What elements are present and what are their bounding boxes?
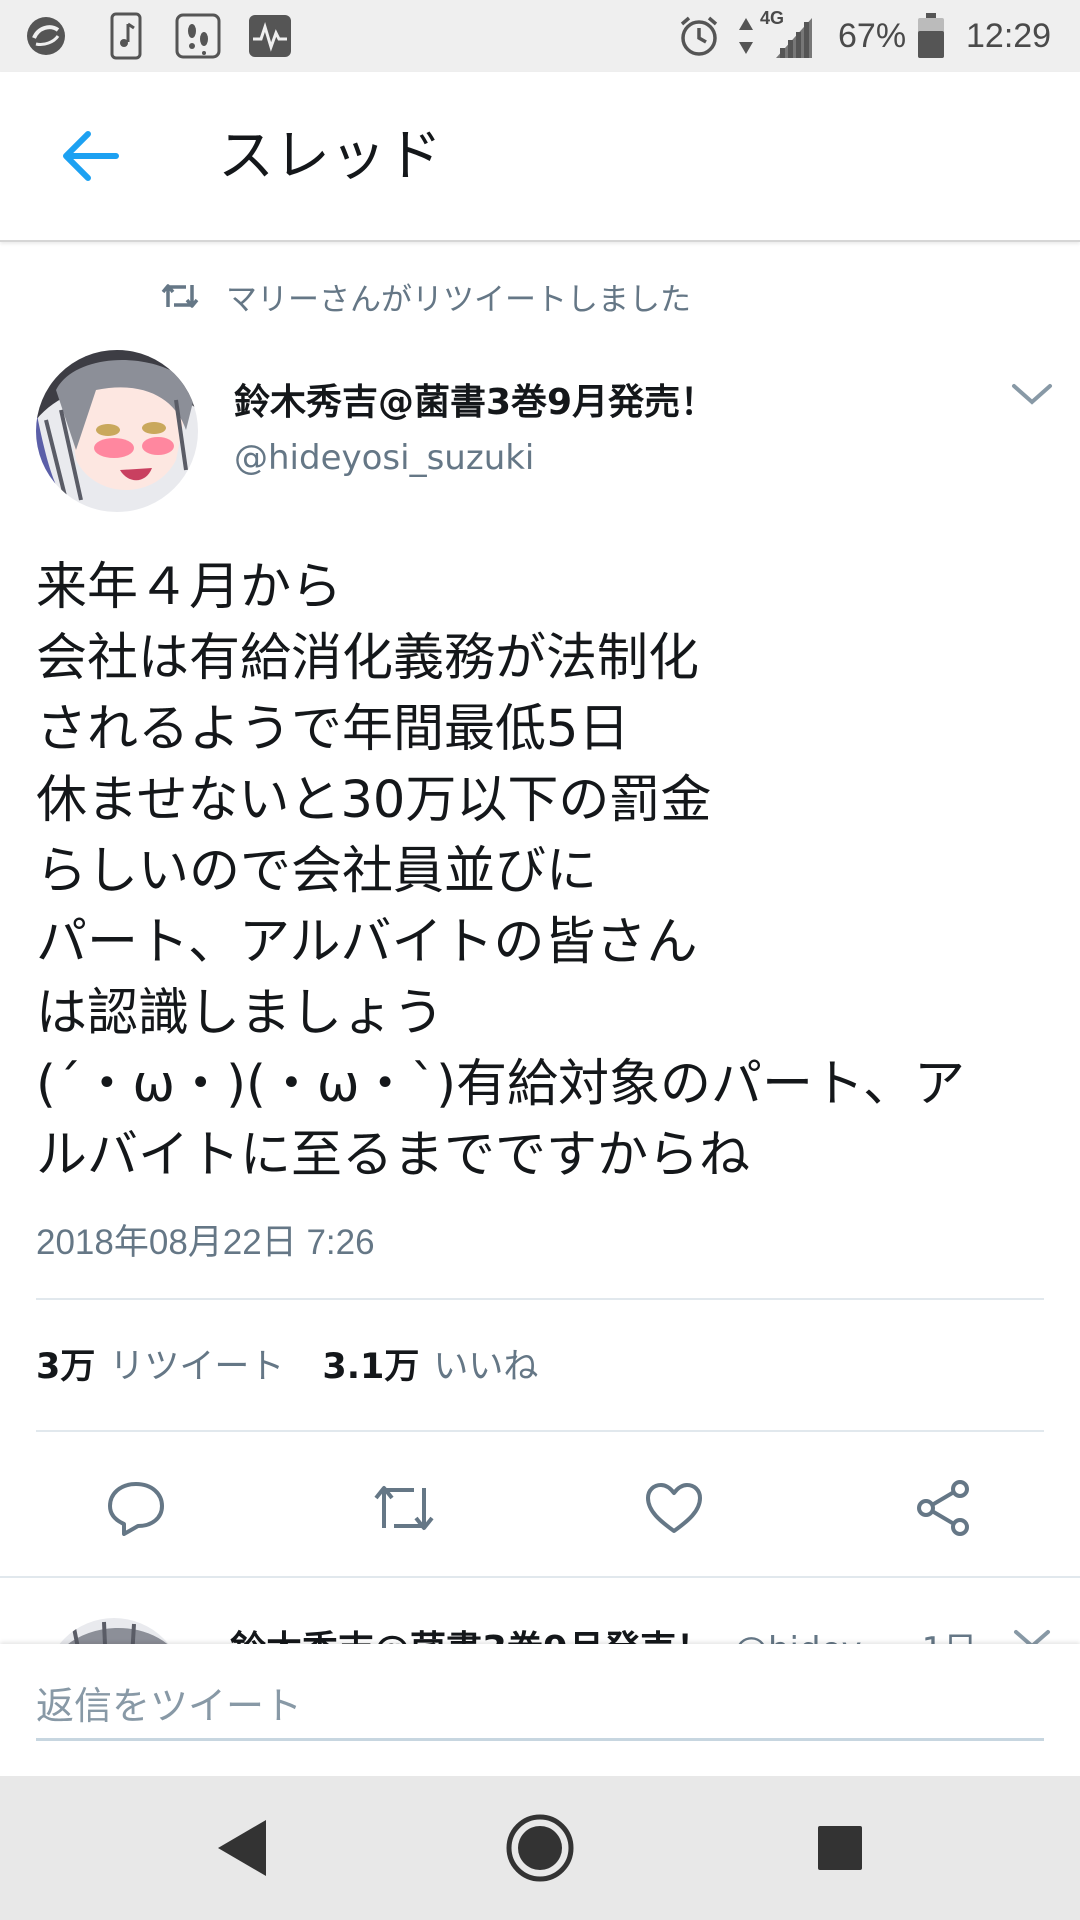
tweet-timestamp: 2018年08月22日 7:26 [36, 1223, 375, 1262]
retweet-icon [374, 1486, 434, 1530]
next-author-handle[interactable]: @hidey... · 1日 [734, 1622, 977, 1644]
clock: 12:29 [966, 17, 1052, 55]
tweet-menu-button[interactable] [1008, 378, 1056, 412]
retweet-button[interactable] [368, 1472, 440, 1544]
signal-icon [774, 12, 814, 60]
next-tweet[interactable]: 鈴木秀吉@菌書3巻9月発売！ @hidey... · 1日 [0, 1578, 1080, 1644]
next-author-name[interactable]: 鈴木秀吉@菌書3巻9月発売！ [230, 1620, 712, 1644]
like-label[interactable]: いいね [433, 1344, 538, 1390]
share-icon [917, 1480, 969, 1536]
avatar[interactable] [44, 1618, 184, 1644]
like-icon [646, 1483, 702, 1533]
music-icon [106, 12, 146, 60]
reply-input[interactable] [36, 1674, 1044, 1741]
chevron-down-icon [1014, 1630, 1050, 1644]
tweet-actions [0, 1468, 1080, 1548]
retweet-label[interactable]: リツイート [109, 1344, 284, 1390]
page-title: スレッド [218, 124, 442, 189]
nav-home-button[interactable] [500, 1808, 580, 1888]
like-button[interactable] [638, 1472, 710, 1544]
app-header: スレッド [0, 72, 1080, 242]
arrow-left-icon [63, 131, 119, 181]
system-nav-bar [0, 1776, 1080, 1920]
back-button[interactable] [50, 116, 130, 196]
footsteps-icon [174, 12, 222, 60]
retweet-notice-text[interactable]: マリーさんがリツイートしました [226, 274, 691, 319]
chevron-down-icon [1012, 384, 1052, 405]
reply-bar [0, 1644, 1080, 1776]
activity-icon [246, 12, 294, 60]
next-tweet-time: · 1日 [900, 1630, 977, 1644]
reply-icon [108, 1482, 164, 1536]
author-handle[interactable]: @hideyosi_suzuki [234, 436, 534, 480]
nav-back-button[interactable] [202, 1808, 282, 1888]
retweet-count[interactable]: 3万 [36, 1344, 95, 1390]
share-button[interactable] [908, 1472, 980, 1544]
tweet-text: 来年４月から 会社は有給消化義務が法制化 されるようで年間最低5日 休ませないと… [36, 558, 965, 1185]
battery-percent: 67% [838, 17, 907, 55]
tweet-stats: 3万 リツイート 3.1万 いいね [36, 1344, 576, 1390]
data-arrows-icon [736, 12, 756, 60]
nav-recents-button[interactable] [800, 1808, 880, 1888]
home-circle-icon [506, 1814, 574, 1882]
recents-square-icon [818, 1826, 862, 1870]
author-name[interactable]: 鈴木秀吉@菌書3巻9月発売！ [234, 380, 716, 426]
like-count[interactable]: 3.1万 [322, 1344, 419, 1390]
divider [36, 1298, 1044, 1300]
next-tweet-menu-button[interactable] [1010, 1624, 1054, 1644]
divider [36, 1430, 1044, 1432]
alarm-icon [676, 12, 722, 60]
sync-icon [24, 12, 68, 60]
next-handle-text: @hidey... [734, 1630, 889, 1644]
back-triangle-icon [218, 1820, 266, 1876]
status-bar: 4G 67% 12:29 [0, 0, 1080, 72]
battery-icon [916, 12, 946, 60]
retweet-icon [161, 284, 199, 308]
avatar[interactable] [36, 350, 198, 512]
retweet-notice: マリーさんがリツイートしました [160, 272, 691, 320]
reply-button[interactable] [100, 1472, 172, 1544]
